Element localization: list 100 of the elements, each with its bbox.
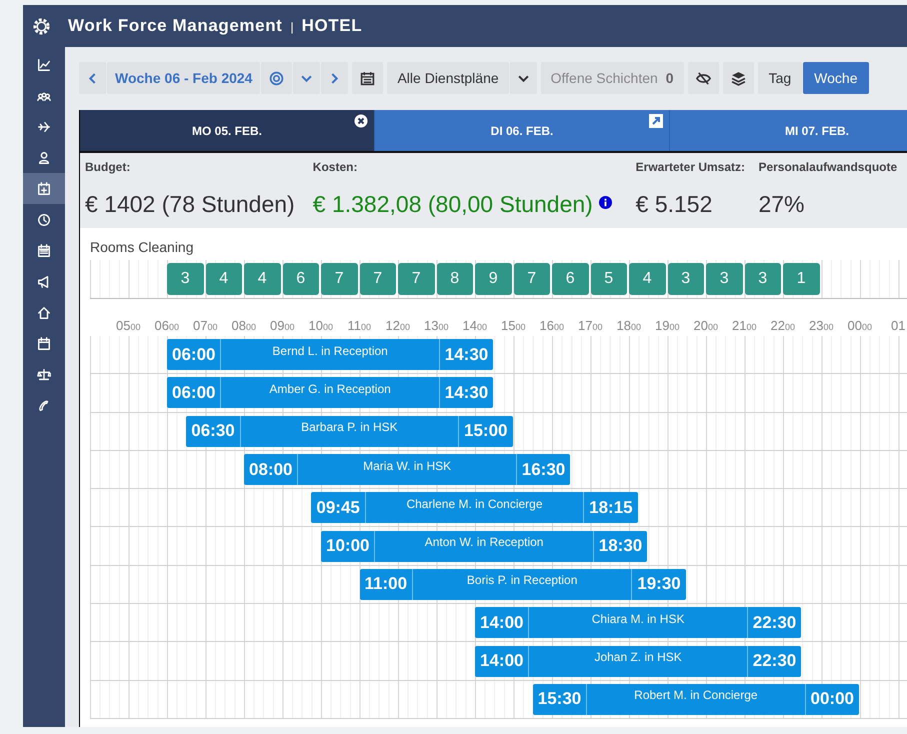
app-title: Work Force Management [68,16,282,36]
calendar-plus-icon [37,182,51,196]
hour-label: 2100 [731,318,758,335]
shift-bar[interactable]: 08:00 Maria W. in HSK 16:30 [244,454,570,486]
stat-label: Erwarteter Umsatz: [636,160,746,174]
day-tab-label: MI 07. FEB. [784,124,849,138]
open-shifts-button[interactable]: Offene Schichten 0 [540,62,684,94]
clock-icon [37,212,51,226]
hour-label: 1300 [423,318,450,335]
week-selector-button[interactable]: Woche 06 - Feb 2024 [107,62,260,94]
phone-icon [37,398,51,412]
day-tab[interactable]: MO 05. FEB. [80,110,375,151]
demand-count: 4 [206,263,242,295]
shift-end-time: 14:30 [438,339,494,370]
shift-start-time: 14:00 [475,646,530,677]
shift-bar[interactable]: 09:45 Charlene M. in Concierge 18:15 [311,492,638,524]
shift-bar[interactable]: 06:00 Bernd L. in Reception 14:30 [167,339,494,370]
current-week-button[interactable] [261,62,292,94]
previous-week-button[interactable] [79,62,106,94]
roster-dropdown[interactable]: Alle Dienstpläne [387,62,509,94]
hour-label: 01 [890,318,906,335]
shift-start-time: 10:00 [321,530,376,562]
shift-name: Maria W. in HSK [362,458,452,473]
sidebar-item[interactable] [23,173,65,204]
demand-count: 3 [668,263,704,295]
hour-label: 0900 [269,318,296,335]
shift-bar[interactable]: 14:00 Chiara M. in HSK 22:30 [475,607,802,638]
hour-label: 2300 [808,318,834,335]
expand-icon[interactable] [649,114,663,128]
hide-button[interactable] [688,62,719,94]
shift-end-time: 18:15 [583,492,638,524]
demand-count: 7 [360,263,396,295]
person-icon [37,150,51,164]
day-tab-label: DI 06. FEB. [490,124,554,138]
shift-name: Anton W. in Reception [424,535,544,550]
shift-end-time: 19:30 [631,568,686,600]
demand-count: 3 [744,263,781,295]
shift-name: Bernd L. in Reception [271,344,389,358]
scale-icon [37,368,51,382]
day-tab[interactable]: DI 06. FEB. [375,110,670,151]
view-tab[interactable]: Tag [758,62,802,94]
shift-bar[interactable]: 11:00 Boris P. in Reception 19:30 [360,568,686,600]
calendar-icon [37,244,51,258]
shift-end-time: 18:30 [592,530,648,562]
hour-label: 1700 [577,318,604,335]
hour-label: 1200 [384,318,411,335]
day-tab[interactable]: MI 07. FEB. [670,110,907,151]
home-icon [37,306,51,320]
target-icon [269,70,284,86]
hour-label: 1500 [500,318,526,335]
roster-dropdown-button[interactable] [510,62,537,94]
demand-count: 3 [167,263,204,295]
stat-value: € 5.152 [636,191,712,218]
demand-count: 4 [629,263,666,295]
calendar-blank-icon [37,336,51,350]
calendar-button[interactable] [352,62,384,94]
hour-label: 1600 [538,318,565,335]
hour-label: 0500 [115,318,142,335]
shift-bar[interactable]: 06:00 Amber G. in Reception 14:30 [167,377,494,408]
stat-value: € 1402 (78 Stunden) [85,191,295,218]
info-icon[interactable] [598,196,612,209]
chevron-down-icon [301,72,312,84]
stat-label: Budget: [85,160,132,174]
layers-icon [730,70,746,86]
demand-count: 6 [282,263,319,295]
hour-label: 1400 [462,318,488,335]
shift-bar[interactable]: 14:00 Johan Z. in HSK 22:30 [475,646,802,677]
hour-label: 2200 [770,318,796,335]
layers-button[interactable] [722,62,754,94]
shift-name: Amber G. in Reception [268,382,392,396]
chevron-right-icon [329,72,340,84]
hour-label: 0800 [230,318,257,335]
hour-label: 1800 [616,318,642,335]
shift-name: Boris P. in Reception [466,573,578,588]
shift-start-time: 06:00 [167,339,222,370]
shift-end-time: 15:00 [458,416,512,447]
demand-count: 7 [514,263,550,295]
hour-label: 1100 [346,318,372,335]
view-tab[interactable]: Woche [803,62,868,94]
chevron-down-icon [518,72,529,84]
shift-end-time: 22:30 [746,646,802,677]
shift-start-time: 08:00 [244,454,298,486]
app-subtitle: HOTEL [302,16,362,36]
hour-label: 1000 [308,318,334,335]
shift-bar[interactable]: 15:30 Robert M. in Concierge 00:00 [532,684,859,715]
close-icon[interactable] [354,114,368,128]
stat-value: € 1.382,08 (80,00 Stunden) [312,191,593,218]
shift-bar[interactable]: 06:30 Barbara P. in HSK 15:00 [186,416,512,447]
stat-label: Personalaufwandsquote [758,160,898,174]
chart-icon [37,58,51,72]
week-dropdown-button[interactable] [293,62,320,94]
plane-icon [37,120,51,134]
shift-start-time: 06:00 [167,377,222,408]
shift-name: Barbara P. in HSK [300,420,399,434]
eye-slash-icon [696,70,711,86]
shift-bar[interactable]: 10:00 Anton W. in Reception 18:30 [321,530,648,562]
demand-count: 6 [552,263,588,295]
hour-label: 0000 [846,318,873,335]
gear-logo-icon [32,16,51,36]
shift-end-time: 14:30 [438,377,494,408]
